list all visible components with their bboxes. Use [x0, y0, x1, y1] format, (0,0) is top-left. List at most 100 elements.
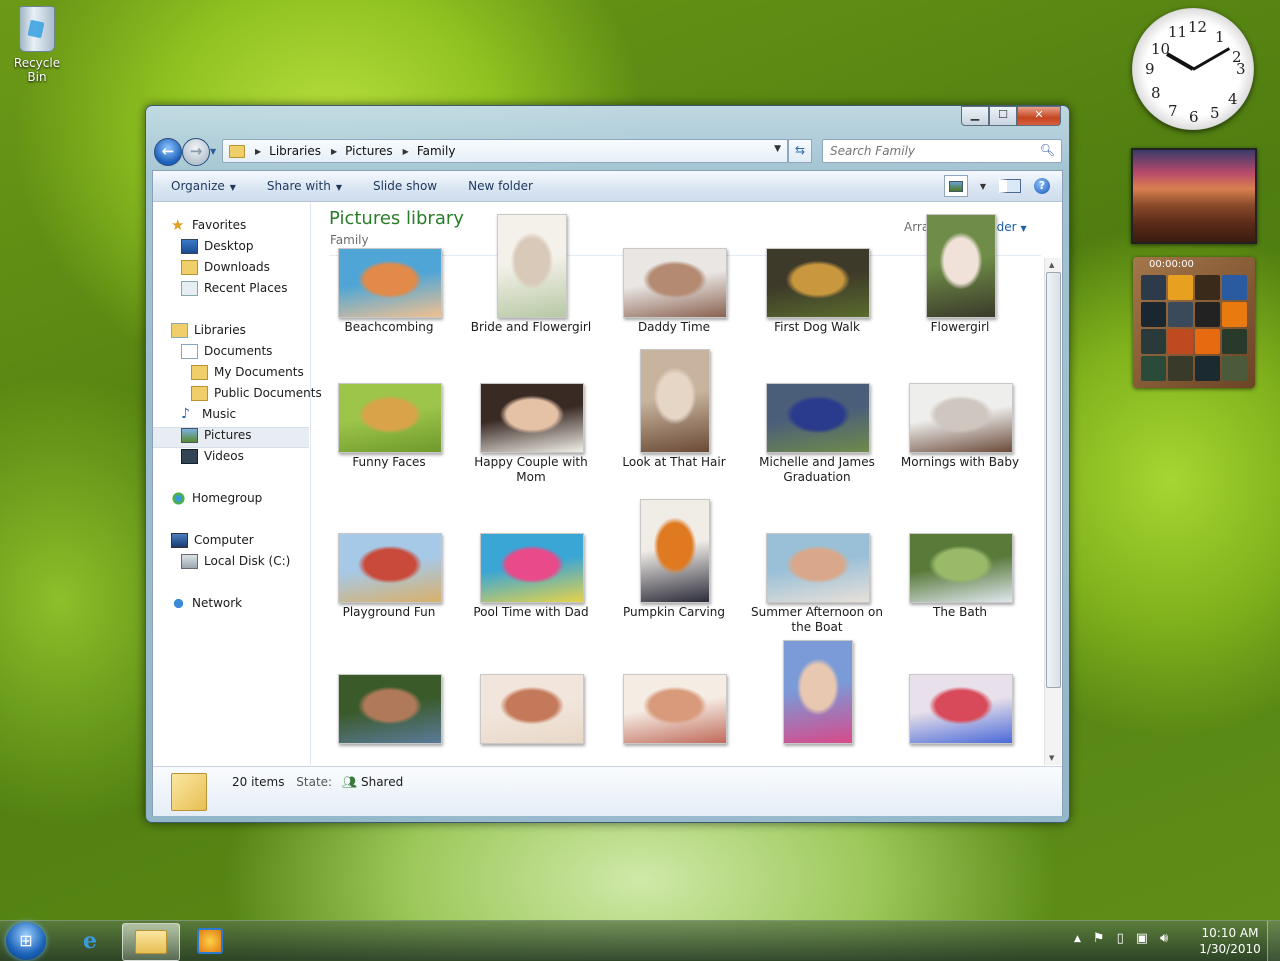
show-hidden-icons-arrow[interactable]: ▲	[1074, 931, 1081, 947]
nav-homegroup[interactable]: Homegroup	[171, 489, 262, 508]
recent-pages-dropdown[interactable]: ▼	[210, 147, 216, 156]
photo-thumbnail	[338, 383, 442, 453]
taskbar-date: 1/30/2010	[1199, 942, 1261, 956]
power-icon[interactable]: ▯	[1117, 931, 1124, 947]
search-icon[interactable]: 🔍︎	[1040, 143, 1055, 157]
share-with-button[interactable]: Share with ▼	[249, 179, 355, 193]
library-subtitle: Family	[330, 233, 369, 247]
change-view-button[interactable]	[944, 175, 968, 197]
help-button[interactable]: ?	[1030, 175, 1054, 197]
libraries-icon	[171, 323, 188, 338]
nav-computer[interactable]: Computer	[171, 531, 254, 550]
preview-pane-button[interactable]	[998, 175, 1022, 197]
library-folder-icon	[171, 773, 207, 811]
photo-label: Mornings with Baby	[900, 455, 1020, 469]
chevron-right-icon[interactable]: ▶	[331, 147, 337, 156]
state-value: Shared	[360, 775, 404, 789]
vertical-scrollbar[interactable]: ▲ ▼	[1044, 258, 1061, 765]
photo-thumbnail	[766, 383, 870, 453]
nav-network[interactable]: Network	[171, 594, 242, 613]
item-count: 20 items	[232, 775, 285, 789]
back-button[interactable]: ←	[154, 138, 182, 166]
photo-thumbnail	[497, 214, 567, 318]
content-area[interactable]: Pictures library Family Arrange by:Folde…	[311, 202, 1061, 765]
scroll-up-arrow[interactable]: ▲	[1049, 261, 1054, 269]
nav-downloads[interactable]: Downloads	[181, 258, 270, 277]
address-dropdown-icon[interactable]: ▼	[774, 144, 781, 154]
new-folder-button[interactable]: New folder	[450, 179, 546, 193]
maximize-button[interactable]: ☐	[989, 106, 1017, 126]
slide-show-button[interactable]: Slide show	[355, 179, 450, 193]
nav-pictures[interactable]: Pictures	[181, 426, 252, 445]
close-button[interactable]: ✕	[1017, 106, 1061, 126]
photo-label: Pool Time with Dad	[473, 605, 589, 619]
show-desktop-button[interactable]	[1267, 921, 1280, 961]
refresh-button[interactable]: ⇆	[788, 139, 812, 163]
photo-thumbnail	[909, 533, 1013, 603]
recycle-bin-icon	[19, 6, 55, 52]
clock-gadget[interactable]: 12 1 2 3 4 5 6 7 8 9 10 11	[1132, 8, 1254, 130]
chevron-right-icon[interactable]: ▶	[403, 147, 409, 156]
slideshow-gadget[interactable]	[1131, 148, 1257, 244]
taskbar-clock[interactable]: 10:10 AM 1/30/2010	[1196, 925, 1264, 957]
action-center-flag-icon[interactable]: ⚑	[1093, 931, 1105, 947]
explorer-taskbar-button[interactable]	[122, 923, 180, 961]
downloads-folder-icon	[181, 260, 198, 275]
media-player-taskbar-button[interactable]	[182, 923, 238, 959]
organize-button[interactable]: Organize ▼	[153, 179, 249, 193]
network-tray-icon[interactable]: ▣	[1136, 931, 1148, 947]
puzzle-grid[interactable]	[1141, 275, 1247, 381]
star-icon: ★	[171, 216, 185, 234]
network-icon	[171, 597, 186, 610]
address-bar[interactable]: ▶ Libraries ▶ Pictures ▶ Family ▼	[222, 139, 788, 163]
documents-icon	[181, 344, 198, 359]
nav-recent-places[interactable]: Recent Places	[181, 279, 287, 298]
library-title: Pictures library	[329, 208, 464, 229]
chevron-right-icon[interactable]: ▶	[255, 147, 261, 156]
start-button[interactable]: ⊞	[6, 922, 46, 960]
details-pane: 20 items State: 👥︎ Shared	[153, 766, 1062, 816]
search-box[interactable]: 🔍︎	[822, 139, 1062, 163]
music-icon: ♪	[181, 406, 190, 422]
photo-label: Playground Fun	[342, 605, 436, 619]
navigation-pane[interactable]: ★ Favorites Desktop Downloads Recent Plac…	[153, 202, 322, 765]
scroll-down-arrow[interactable]: ▼	[1049, 754, 1054, 762]
recycle-bin-desktop-icon[interactable]: Recycle Bin	[4, 6, 70, 84]
breadcrumb-libraries[interactable]: Libraries	[269, 144, 321, 158]
photo-thumbnail	[909, 383, 1013, 453]
nav-documents[interactable]: Documents	[181, 342, 272, 361]
nav-local-disk[interactable]: Local Disk (C:)	[181, 552, 290, 571]
internet-explorer-taskbar-button[interactable]: e	[62, 923, 118, 959]
volume-icon[interactable]: 🔊︎	[1160, 931, 1168, 947]
nav-libraries[interactable]: Libraries	[171, 321, 246, 340]
nav-desktop[interactable]: Desktop	[181, 237, 254, 256]
photo-thumbnail	[480, 674, 584, 744]
photo-label: Daddy Time	[637, 320, 711, 334]
nav-public-documents[interactable]: Public Documents	[191, 384, 322, 403]
preview-pane-icon	[999, 179, 1021, 193]
nav-favorites[interactable]: ★ Favorites	[171, 216, 246, 235]
breadcrumb-family[interactable]: Family	[417, 144, 456, 158]
photo-thumbnail	[783, 640, 853, 744]
notification-area: ▲ ⚑ ▯ ▣ 🔊︎	[1074, 931, 1168, 947]
media-player-icon	[197, 928, 223, 954]
breadcrumb-pictures[interactable]: Pictures	[345, 144, 393, 158]
search-input[interactable]	[828, 143, 1032, 159]
nav-videos[interactable]: Videos	[181, 447, 244, 466]
photo-thumbnail	[480, 383, 584, 453]
forward-button[interactable]: →	[182, 138, 210, 166]
photo-thumbnail	[338, 674, 442, 744]
nav-music[interactable]: ♪ Music	[181, 405, 236, 424]
scrollbar-thumb[interactable]	[1046, 272, 1061, 688]
homegroup-icon	[171, 492, 186, 505]
photo-label: Look at That Hair	[622, 455, 726, 469]
nav-my-documents[interactable]: My Documents	[191, 363, 304, 382]
recent-places-icon	[181, 281, 198, 296]
explorer-window[interactable]: ▁ ☐ ✕ ← → ▼ ▶ Libraries ▶ Pictures ▶ Fam…	[145, 105, 1070, 823]
picture-puzzle-gadget[interactable]: 00:00:00	[1133, 257, 1255, 388]
desktop-icon	[181, 239, 198, 254]
photo-label: Flowergirl	[930, 320, 990, 334]
minimize-button[interactable]: ▁	[961, 106, 989, 126]
view-options-dropdown[interactable]: ▼	[976, 175, 990, 197]
folder-icon	[191, 365, 208, 380]
